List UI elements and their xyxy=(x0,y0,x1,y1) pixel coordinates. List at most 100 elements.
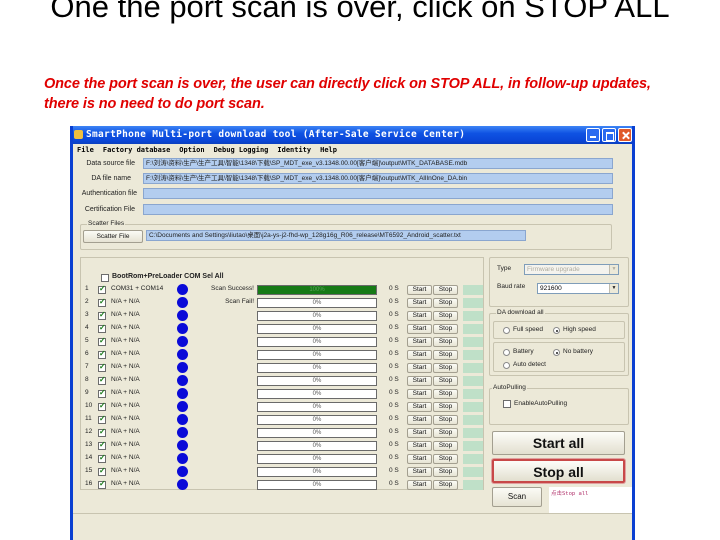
progress-bar: 0% xyxy=(257,415,377,425)
port-start-button[interactable]: Start xyxy=(407,389,432,399)
port-stop-button[interactable]: Stop xyxy=(433,350,458,360)
scatter-file-button[interactable]: Scatter File xyxy=(83,230,143,243)
ports-panel: BootRom+PreLoader COM Sel All 1 COM31 + C… xyxy=(80,257,484,490)
port-stop-button[interactable]: Stop xyxy=(433,389,458,399)
port-checkbox[interactable] xyxy=(98,323,106,333)
port-checkbox[interactable] xyxy=(98,479,106,489)
port-start-button[interactable]: Start xyxy=(407,402,432,412)
port-stop-button[interactable]: Stop xyxy=(433,285,458,295)
port-start-button[interactable]: Start xyxy=(407,415,432,425)
minimize-button[interactable] xyxy=(586,128,600,142)
menu-identity[interactable]: Identity xyxy=(277,144,311,156)
port-time: 0 S xyxy=(389,311,399,318)
menu-file[interactable]: File xyxy=(77,144,94,156)
port-stop-button[interactable]: Stop xyxy=(433,441,458,451)
port-row: 9 N/A + N/A 0% 0 S StartStop xyxy=(81,388,485,400)
port-stop-button[interactable]: Stop xyxy=(433,298,458,308)
menu-help[interactable]: Help xyxy=(320,144,337,156)
port-checkbox[interactable] xyxy=(98,375,106,385)
status-led-icon xyxy=(177,323,188,334)
port-stop-button[interactable]: Stop xyxy=(433,376,458,386)
port-com: N/A + N/A xyxy=(111,402,140,409)
battery-radio[interactable] xyxy=(503,349,510,356)
scatter-file-field[interactable]: C:\Documents and Settings\liutao\桌面\j2a-… xyxy=(146,230,526,241)
certification-label: Certification File xyxy=(84,206,135,213)
type-select[interactable]: Firmware upgrade ▼ xyxy=(524,264,619,275)
port-stop-button[interactable]: Stop xyxy=(433,415,458,425)
type-label: Type xyxy=(497,265,512,272)
port-start-button[interactable]: Start xyxy=(407,428,432,438)
port-checkbox[interactable] xyxy=(98,349,106,359)
port-checkbox[interactable] xyxy=(98,297,106,307)
port-start-button[interactable]: Start xyxy=(407,467,432,477)
menu-debug-logging[interactable]: Debug Logging xyxy=(214,144,269,156)
port-stop-button[interactable]: Stop xyxy=(433,363,458,373)
title-bar[interactable]: SmartPhone Multi-port download tool (Aft… xyxy=(73,126,632,144)
port-checkbox[interactable] xyxy=(98,453,106,463)
enable-autopulling-label: EnableAutoPulling xyxy=(514,400,568,407)
maximize-button[interactable] xyxy=(602,128,616,142)
progress-text: 0% xyxy=(312,313,322,319)
port-start-button[interactable]: Start xyxy=(407,441,432,451)
port-time: 0 S xyxy=(389,454,399,461)
progress-text: 0% xyxy=(312,300,322,306)
port-result-indicator xyxy=(463,441,483,451)
certification-field[interactable] xyxy=(143,204,613,215)
port-time: 0 S xyxy=(389,389,399,396)
start-all-button[interactable]: Start all xyxy=(492,431,625,455)
progress-bar: 0% xyxy=(257,441,377,451)
port-row: 7 N/A + N/A 0% 0 S StartStop xyxy=(81,362,485,374)
port-stop-button[interactable]: Stop xyxy=(433,467,458,477)
select-all-checkbox[interactable] xyxy=(101,274,109,282)
stop-all-button[interactable]: Stop all xyxy=(492,459,625,483)
app-icon xyxy=(74,130,83,139)
progress-text: 0% xyxy=(312,326,322,332)
port-stop-button[interactable]: Stop xyxy=(433,324,458,334)
port-checkbox[interactable] xyxy=(98,414,106,424)
port-start-button[interactable]: Start xyxy=(407,454,432,464)
port-checkbox[interactable] xyxy=(98,336,106,346)
full-speed-radio[interactable] xyxy=(503,327,510,334)
port-start-button[interactable]: Start xyxy=(407,311,432,321)
menu-factory-database[interactable]: Factory database xyxy=(103,144,170,156)
port-start-button[interactable]: Start xyxy=(407,350,432,360)
port-stop-button[interactable]: Stop xyxy=(433,480,458,490)
port-start-button[interactable]: Start xyxy=(407,363,432,373)
port-stop-button[interactable]: Stop xyxy=(433,311,458,321)
port-stop-button[interactable]: Stop xyxy=(433,337,458,347)
port-checkbox[interactable] xyxy=(98,401,106,411)
port-stop-button[interactable]: Stop xyxy=(433,428,458,438)
port-com: N/A + N/A xyxy=(111,298,140,305)
no-battery-radio[interactable] xyxy=(553,349,560,356)
scan-button[interactable]: Scan xyxy=(492,487,542,507)
port-stop-button[interactable]: Stop xyxy=(433,402,458,412)
close-button[interactable] xyxy=(618,128,632,142)
port-start-button[interactable]: Start xyxy=(407,298,432,308)
baud-rate-select[interactable]: 921600 ▼ xyxy=(537,283,619,294)
port-stop-button[interactable]: Stop xyxy=(433,454,458,464)
port-start-button[interactable]: Start xyxy=(407,376,432,386)
port-checkbox[interactable] xyxy=(98,362,106,372)
da-file-field[interactable]: F:\刘涛\资料\生产\生产工具\智能\1348\下载\SP_MDT_exe_v… xyxy=(143,173,613,184)
menu-option[interactable]: Option xyxy=(179,144,204,156)
port-checkbox[interactable] xyxy=(98,427,106,437)
port-start-button[interactable]: Start xyxy=(407,337,432,347)
port-com: COM31 + COM14 xyxy=(111,285,164,292)
port-checkbox[interactable] xyxy=(98,310,106,320)
port-result-indicator xyxy=(463,480,483,490)
status-led-icon xyxy=(177,401,188,412)
port-start-button[interactable]: Start xyxy=(407,480,432,490)
enable-autopulling-checkbox[interactable] xyxy=(503,400,511,408)
progress-text: 0% xyxy=(312,417,322,423)
high-speed-radio[interactable] xyxy=(553,327,560,334)
port-start-button[interactable]: Start xyxy=(407,285,432,295)
authentication-field[interactable] xyxy=(143,188,613,199)
data-source-field[interactable]: F:\刘涛\资料\生产\生产工具\智能\1348\下载\SP_MDT_exe_v… xyxy=(143,158,613,169)
port-checkbox[interactable] xyxy=(98,466,106,476)
port-time: 0 S xyxy=(389,285,399,292)
auto-detect-radio[interactable] xyxy=(503,362,510,369)
port-checkbox[interactable] xyxy=(98,388,106,398)
port-checkbox[interactable] xyxy=(98,440,106,450)
port-start-button[interactable]: Start xyxy=(407,324,432,334)
port-checkbox[interactable] xyxy=(98,284,106,294)
